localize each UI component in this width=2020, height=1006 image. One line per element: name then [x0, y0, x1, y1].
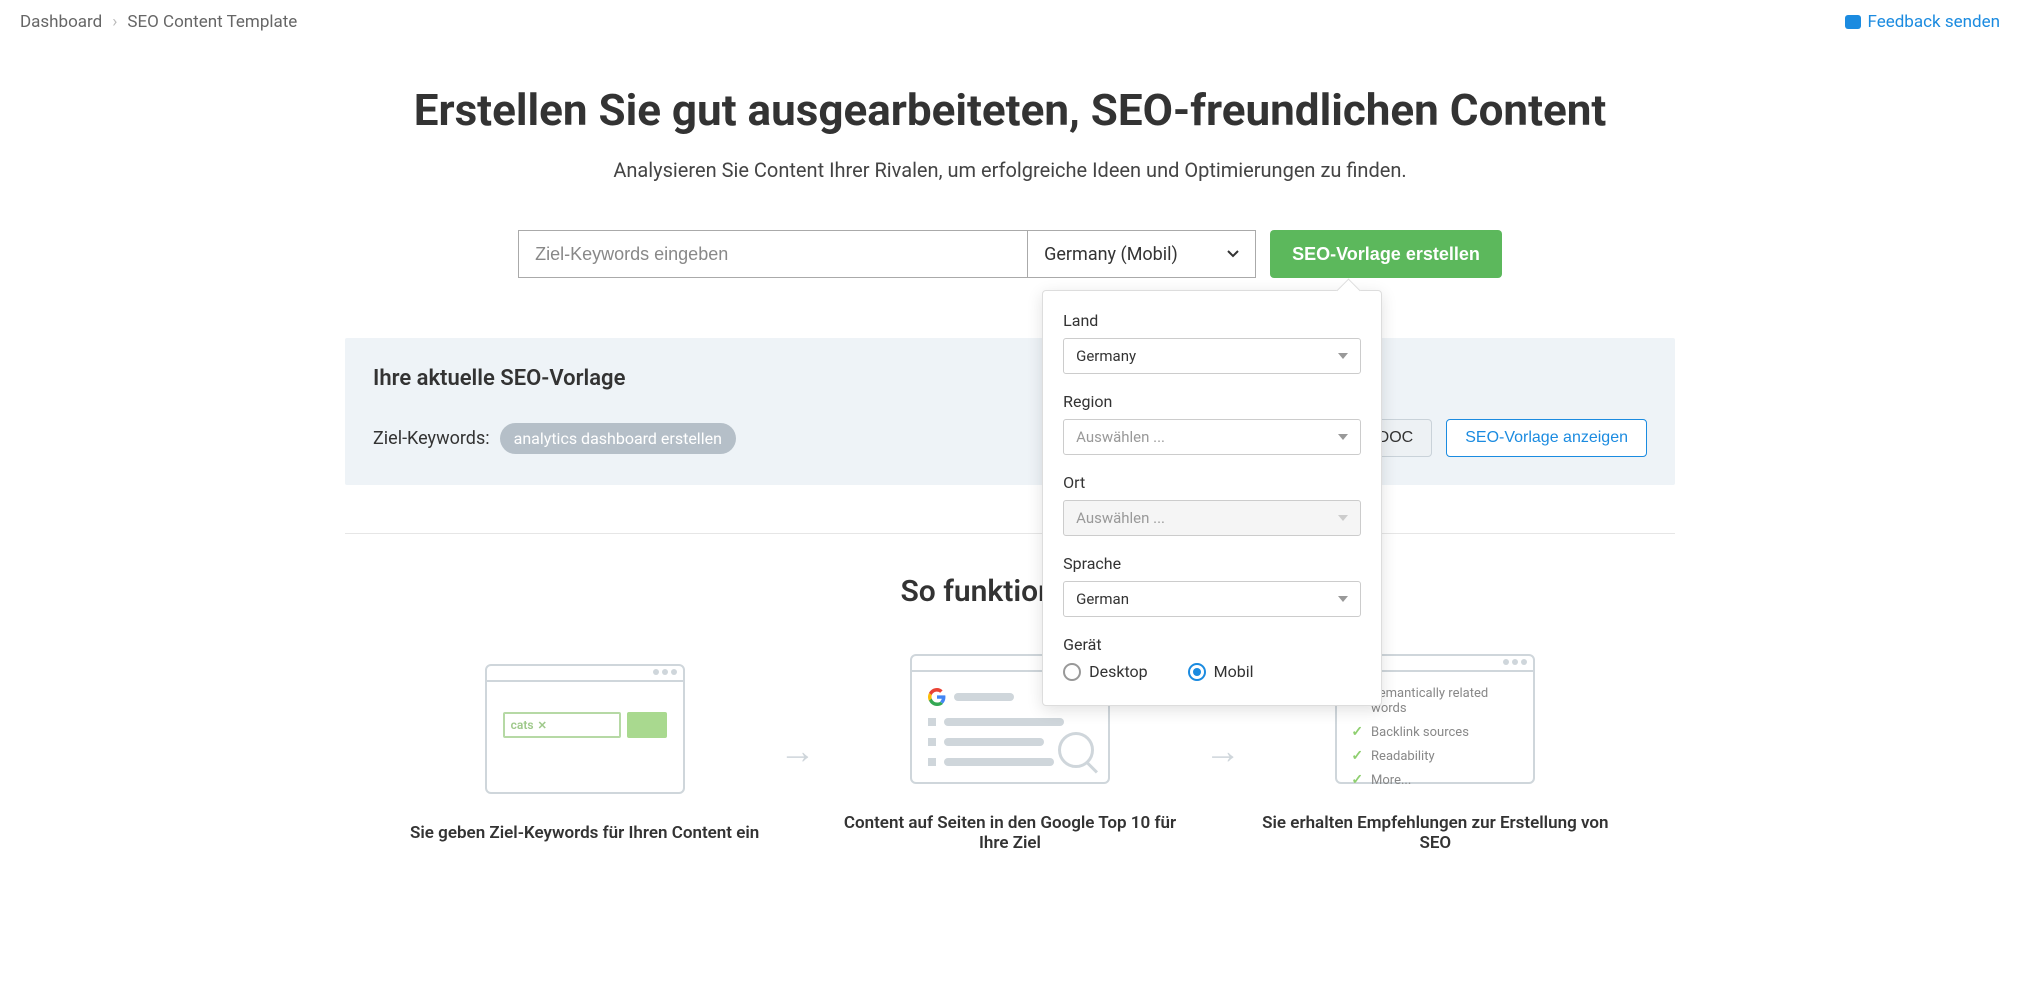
create-template-button[interactable]: SEO-Vorlage erstellen [1270, 230, 1502, 278]
device-radio-mobile[interactable]: Mobil [1188, 662, 1254, 681]
region-dropdown-value: Germany (Mobil) [1044, 244, 1178, 265]
country-label: Land [1063, 311, 1361, 330]
caret-down-icon [1338, 596, 1348, 602]
breadcrumb-current: SEO Content Template [127, 12, 297, 32]
speech-bubble-icon [1845, 15, 1861, 29]
device-desktop-label: Desktop [1089, 662, 1148, 681]
chevron-down-icon [1227, 250, 1239, 258]
step1-illustration: cats✕ [485, 664, 685, 794]
check-icon: ✓ [1351, 724, 1363, 740]
search-row: Germany (Mobil) Land Germany Region Ausw… [345, 230, 1675, 278]
region-label: Region [1063, 392, 1361, 411]
arrow-right-icon: → [1205, 730, 1241, 772]
device-radio-desktop[interactable]: Desktop [1063, 662, 1148, 681]
region-select[interactable]: Auswählen ... [1063, 419, 1361, 455]
city-select: Auswählen ... [1063, 500, 1361, 536]
region-dropdown[interactable]: Germany (Mobil) [1028, 230, 1256, 278]
keywords-input[interactable] [518, 230, 1028, 278]
caret-down-icon [1338, 353, 1348, 359]
region-value: Auswählen ... [1076, 428, 1165, 446]
radio-icon [1063, 663, 1081, 681]
caret-down-icon [1338, 434, 1348, 440]
step3-caption: Sie erhalten Empfehlungen zur Erstellung… [1261, 813, 1610, 853]
language-select[interactable]: German [1063, 581, 1361, 617]
breadcrumb: Dashboard › SEO Content Template [20, 12, 297, 32]
step-1: cats✕ Sie geben Ziel-Keywords für Ihren … [410, 659, 759, 843]
language-value: German [1076, 590, 1129, 608]
city-label: Ort [1063, 473, 1361, 492]
step1-caption: Sie geben Ziel-Keywords für Ihren Conten… [410, 823, 759, 843]
feedback-link[interactable]: Feedback senden [1845, 12, 2000, 32]
feedback-label: Feedback senden [1867, 12, 2000, 32]
page-subtitle: Analysieren Sie Content Ihrer Rivalen, u… [345, 158, 1675, 182]
divider [345, 533, 1675, 534]
country-value: Germany [1076, 347, 1136, 365]
how-it-works-steps: cats✕ Sie geben Ziel-Keywords für Ihren … [410, 649, 1610, 853]
check-icon: ✓ [1351, 772, 1363, 788]
page-title: Erstellen Sie gut ausgearbeiteten, SEO-f… [345, 84, 1675, 136]
arrow-right-icon: → [779, 730, 815, 772]
language-label: Sprache [1063, 554, 1361, 573]
caret-down-icon [1338, 515, 1348, 521]
breadcrumb-separator: › [112, 12, 117, 32]
how-it-works-title: So funktioniert's [345, 574, 1675, 609]
panel-title: Ihre aktuelle SEO-Vorlage [373, 366, 1647, 391]
keywords-label: Ziel-Keywords: [373, 428, 490, 449]
current-template-panel: Ihre aktuelle SEO-Vorlage Ziel-Keywords:… [345, 338, 1675, 485]
country-select[interactable]: Germany [1063, 338, 1361, 374]
magnifier-icon [1058, 732, 1094, 768]
device-label: Gerät [1063, 635, 1361, 654]
device-mobile-label: Mobil [1214, 662, 1254, 681]
step2-caption: Content auf Seiten in den Google Top 10 … [835, 813, 1184, 853]
close-icon: ✕ [538, 719, 547, 732]
breadcrumb-dashboard[interactable]: Dashboard [20, 12, 102, 32]
city-value: Auswählen ... [1076, 509, 1165, 527]
radio-icon [1188, 663, 1206, 681]
check-icon: ✓ [1351, 748, 1363, 764]
keyword-chip[interactable]: analytics dashboard erstellen [500, 423, 736, 454]
google-icon [928, 688, 946, 706]
region-dropdown-panel: Land Germany Region Auswählen ... Ort Au… [1042, 290, 1382, 706]
view-template-button[interactable]: SEO-Vorlage anzeigen [1446, 419, 1647, 457]
